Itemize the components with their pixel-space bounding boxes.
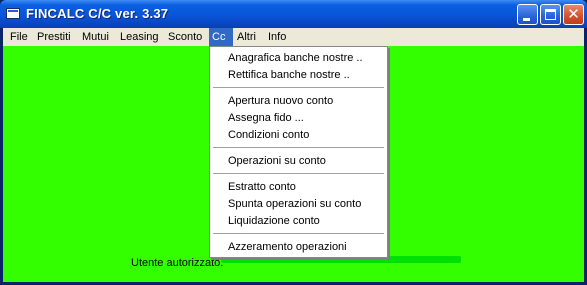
menu-item-azzeramento-operazioni[interactable]: Azzeramento operazioni (228, 239, 347, 255)
maximize-icon (545, 9, 556, 20)
menu-altri[interactable]: Altri (234, 28, 259, 46)
menu-mutui[interactable]: Mutui (79, 28, 112, 46)
menu-item-condizioni-conto[interactable]: Condizioni conto (228, 127, 309, 143)
minimize-icon (523, 18, 530, 21)
title-bar[interactable]: FINCALC C/C ver. 3.37 ✕ (0, 0, 587, 28)
menu-item-assegna-fido[interactable]: Assegna fido ... (228, 110, 304, 126)
menu-item-anagrafica-banche[interactable]: Anagrafica banche nostre .. (228, 50, 363, 66)
window-title: FINCALC C/C ver. 3.37 (26, 6, 169, 21)
maximize-button[interactable] (540, 4, 561, 25)
menu-item-rettifica-banche[interactable]: Rettifica banche nostre .. (228, 67, 350, 83)
menu-bar: File Prestiti Mutui Leasing Sconto Cc Al… (3, 28, 584, 46)
close-button[interactable]: ✕ (563, 4, 584, 25)
minimize-button[interactable] (517, 4, 538, 25)
menu-file[interactable]: File (7, 28, 31, 46)
menu-item-apertura-conto[interactable]: Apertura nuovo conto (228, 93, 333, 109)
window-icon[interactable] (6, 8, 20, 19)
menu-leasing[interactable]: Leasing (117, 28, 162, 46)
menu-separator (213, 87, 384, 88)
app-window: FINCALC C/C ver. 3.37 ✕ File Prestiti Mu… (0, 0, 587, 285)
cc-dropdown-menu: Anagrafica banche nostre .. Rettifica ba… (209, 46, 388, 258)
menu-item-estratto-conto[interactable]: Estratto conto (228, 179, 296, 195)
menu-sconto[interactable]: Sconto (165, 28, 205, 46)
user-label: Utente autorizzato: (131, 257, 224, 269)
menu-item-liquidazione-conto[interactable]: Liquidazione conto (228, 213, 320, 229)
menu-item-spunta-operazioni[interactable]: Spunta operazioni su conto (228, 196, 361, 212)
menu-separator (213, 173, 384, 174)
menu-info[interactable]: Info (265, 28, 289, 46)
close-icon: ✕ (567, 5, 580, 23)
menu-item-operazioni-conto[interactable]: Operazioni su conto (228, 153, 326, 169)
menu-prestiti[interactable]: Prestiti (34, 28, 74, 46)
menu-cc[interactable]: Cc (209, 28, 233, 46)
menu-separator (213, 233, 384, 234)
menu-separator (213, 147, 384, 148)
